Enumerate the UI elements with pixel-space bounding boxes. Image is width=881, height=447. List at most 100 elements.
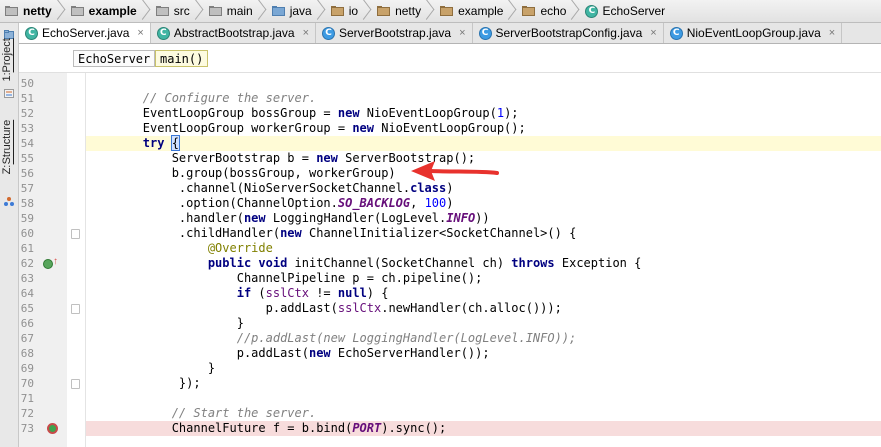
- source-folder-icon: [271, 6, 285, 16]
- fold-collapse-icon[interactable]: [71, 229, 80, 239]
- tab-label: EchoServer.java: [42, 26, 130, 40]
- fold-collapse-icon[interactable]: [71, 304, 80, 314]
- breadcrumb-label: main: [226, 4, 253, 18]
- tab-label: ServerBootstrapConfig.java: [495, 26, 643, 40]
- line-number: 73: [20, 422, 34, 435]
- line-number: 65: [20, 302, 34, 315]
- close-icon[interactable]: ×: [137, 27, 143, 39]
- breadcrumb-echo[interactable]: echo: [517, 0, 580, 22]
- line-number: 63: [20, 272, 34, 285]
- breadcrumb-netty-package[interactable]: netty: [372, 0, 435, 22]
- line-number: 57: [20, 182, 34, 195]
- folder-icon: [208, 6, 222, 16]
- line-number: 61: [20, 242, 34, 255]
- close-icon[interactable]: ×: [829, 27, 835, 39]
- fold-collapse-icon[interactable]: [71, 379, 80, 389]
- fold-column: [67, 73, 86, 447]
- override-method-icon[interactable]: [43, 259, 53, 269]
- override-arrow-icon[interactable]: ↑: [53, 256, 58, 267]
- close-icon[interactable]: ×: [303, 27, 309, 39]
- tab-abstractbootstrap[interactable]: C AbstractBootstrap.java ×: [151, 23, 316, 43]
- breadcrumb-java[interactable]: java: [267, 0, 326, 22]
- tab-echoserver[interactable]: C EchoServer.java ×: [19, 23, 151, 43]
- code-line: .childHandler(new ChannelInitializer<Soc…: [85, 226, 577, 240]
- breadcrumb-label: java: [289, 4, 312, 18]
- code-line: p.addLast(sslCtx.newHandler(ch.alloc()))…: [85, 301, 562, 315]
- code-line: public void initChannel(SocketChannel ch…: [207, 256, 642, 270]
- project-tab-label: Project: [1, 38, 13, 73]
- code-line: //p.addLast(new LoggingHandler(LogLevel.…: [236, 331, 577, 345]
- line-number: 51: [20, 92, 34, 105]
- code-line: }: [85, 316, 244, 330]
- project-tab-prefix: 1:: [1, 72, 13, 82]
- line-number: 53: [20, 122, 34, 135]
- line-number: 67: [20, 332, 34, 345]
- project-tool-tab[interactable]: 1: Project: [1, 38, 13, 81]
- code-line: });: [85, 376, 201, 390]
- class-icon: C: [478, 26, 492, 40]
- breadcrumb-example-package[interactable]: example: [435, 0, 517, 22]
- line-number: 58: [20, 197, 34, 210]
- breadcrumb-label: src: [173, 4, 190, 18]
- line-number: 59: [20, 212, 34, 225]
- breadcrumb-label: io: [348, 4, 359, 18]
- line-number: 71: [20, 392, 34, 405]
- close-icon[interactable]: ×: [650, 27, 656, 39]
- breadcrumb-src[interactable]: src: [151, 0, 204, 22]
- breakpoint-icon[interactable]: [47, 423, 58, 434]
- tab-serverbootstrapconfig[interactable]: C ServerBootstrapConfig.java ×: [473, 23, 664, 43]
- editor-tab-bar: C EchoServer.java × C AbstractBootstrap.…: [19, 23, 881, 44]
- structure-icon: [4, 85, 14, 98]
- line-number: 64: [20, 287, 34, 300]
- class-icon: C: [585, 4, 599, 18]
- code-line: .handler(new LoggingHandler(LogLevel.INF…: [85, 211, 490, 225]
- line-number: 60: [20, 227, 34, 240]
- abstract-class-icon: C: [156, 26, 170, 40]
- breadcrumb-echoserver[interactable]: C EchoServer: [580, 0, 679, 22]
- breadcrumb-label: example: [88, 4, 137, 18]
- package-icon: [440, 6, 454, 16]
- tab-label: AbstractBootstrap.java: [173, 26, 295, 40]
- navigation-bar: netty example src main java io netty exa…: [0, 0, 881, 23]
- line-number: 55: [20, 152, 34, 165]
- package-icon: [377, 6, 391, 16]
- code-line: EventLoopGroup bossGroup = new NioEventL…: [85, 106, 519, 120]
- close-icon[interactable]: ×: [459, 27, 465, 39]
- tab-label: NioEventLoopGroup.java: [686, 26, 821, 40]
- package-icon: [522, 6, 536, 16]
- code-area[interactable]: // Configure the server. EventLoopGroup …: [85, 73, 881, 447]
- structure-tool-tab[interactable]: Z: Structure: [1, 120, 13, 174]
- code-editor[interactable]: 50 51 52 53 54 55 56 57 58 59 60 61 62 6…: [19, 73, 881, 447]
- line-number: 56: [20, 167, 34, 180]
- method-breadcrumb-method[interactable]: main(): [155, 50, 209, 67]
- project-icon: [4, 26, 14, 39]
- code-line: if (sslCtx != null) {: [236, 286, 389, 300]
- breadcrumb-example[interactable]: example: [66, 0, 151, 22]
- code-line: p.addLast(new EchoServerHandler());: [85, 346, 490, 360]
- class-icon: C: [322, 26, 335, 40]
- method-breadcrumb-class[interactable]: EchoServer: [73, 50, 156, 67]
- code-line: ChannelFuture f = b.bind(PORT).sync();: [85, 421, 447, 435]
- breadcrumb-label: EchoServer: [602, 4, 666, 18]
- structure-hierarchy-icon: [4, 193, 14, 206]
- breadcrumb-main[interactable]: main: [204, 0, 267, 22]
- line-number-gutter[interactable]: 50 51 52 53 54 55 56 57 58 59 60 61 62 6…: [19, 73, 67, 447]
- breadcrumb-label: netty: [23, 4, 52, 18]
- line-number: 72: [20, 407, 34, 420]
- line-number: 50: [20, 77, 34, 90]
- breadcrumb-io[interactable]: io: [326, 0, 372, 22]
- tab-serverbootstrap[interactable]: C ServerBootstrap.java ×: [316, 23, 473, 43]
- line-number: 54: [20, 137, 34, 150]
- left-tool-strip: 1: Project Z: Structure: [0, 23, 19, 447]
- breadcrumb-netty[interactable]: netty: [0, 0, 66, 22]
- package-icon: [330, 6, 344, 16]
- folder-icon: [5, 6, 18, 16]
- tab-nioeventloopgroup[interactable]: C NioEventLoopGroup.java ×: [664, 23, 843, 43]
- code-line: ChannelPipeline p = ch.pipeline();: [85, 271, 483, 285]
- code-line: // Start the server.: [171, 406, 317, 420]
- method-breadcrumb-bar: EchoServer main(): [19, 44, 881, 73]
- structure-tab-prefix: Z:: [1, 164, 13, 175]
- code-line: @Override: [207, 241, 273, 255]
